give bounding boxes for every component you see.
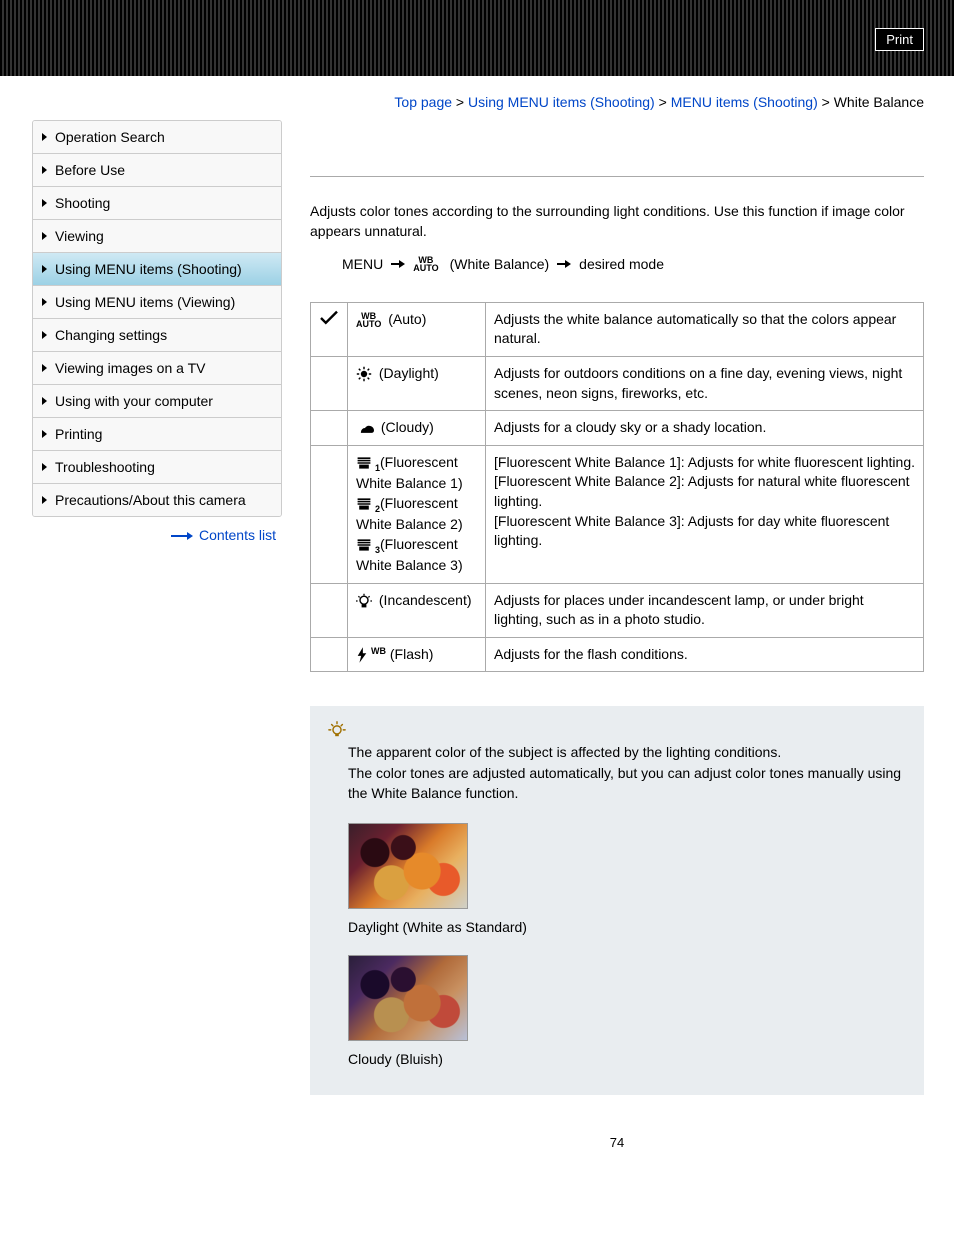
contents-list-link[interactable]: Contents list — [32, 517, 282, 543]
mode-desc-cell: Adjusts for the flash conditions. — [486, 637, 924, 672]
sidebar-item[interactable]: Operation Search — [33, 121, 281, 154]
mode-name-cell: (Incandescent) — [348, 583, 486, 637]
wb-label: (White Balance) — [450, 256, 550, 272]
breadcrumb-current: White Balance — [834, 94, 924, 110]
arrow-right-icon — [557, 260, 571, 268]
table-row: 1(Fluorescent White Balance 1)2(Fluoresc… — [311, 445, 924, 583]
sidebar-item[interactable]: Viewing — [33, 220, 281, 253]
contents-list-label: Contents list — [199, 527, 276, 543]
sidebar-item[interactable]: Shooting — [33, 187, 281, 220]
sidebar-item[interactable]: Using MENU items (Shooting) — [33, 253, 281, 286]
check-cell — [311, 445, 348, 583]
header-bar: Print — [0, 0, 954, 76]
sample-image-daylight — [348, 823, 468, 909]
table-row: (Cloudy)Adjusts for a cloudy sky or a sh… — [311, 411, 924, 446]
mode-name-cell: WB (Flash) — [348, 637, 486, 672]
table-row: WB (Flash)Adjusts for the flash conditio… — [311, 637, 924, 672]
sidebar: Operation SearchBefore UseShootingViewin… — [0, 120, 282, 1190]
arrow-right-icon — [171, 532, 195, 540]
tip-box: The apparent color of the subject is aff… — [310, 706, 924, 1095]
mode-desc-cell: Adjusts for outdoors conditions on a fin… — [486, 356, 924, 410]
sidebar-item[interactable]: Printing — [33, 418, 281, 451]
tip-text-1: The apparent color of the subject is aff… — [328, 742, 906, 762]
lightbulb-icon — [328, 720, 346, 738]
sidebar-item[interactable]: Precautions/About this camera — [33, 484, 281, 516]
caption-daylight: Daylight (White as Standard) — [328, 919, 906, 935]
breadcrumb-sep: > — [452, 94, 468, 110]
mode-desc-cell: [Fluorescent White Balance 1]: Adjusts f… — [486, 445, 924, 583]
intro-text: Adjusts color tones according to the sur… — [310, 201, 924, 242]
check-cell — [311, 637, 348, 672]
wb-auto-icon: WBAUTO — [413, 256, 438, 272]
mode-name-cell: 1(Fluorescent White Balance 1)2(Fluoresc… — [348, 445, 486, 583]
menu-label: MENU — [342, 256, 383, 272]
breadcrumb-top[interactable]: Top page — [394, 94, 452, 110]
mode-desc-cell: Adjusts the white balance automatically … — [486, 302, 924, 356]
check-cell — [311, 356, 348, 410]
mode-desc-cell: Adjusts for a cloudy sky or a shady loca… — [486, 411, 924, 446]
sample-image-cloudy — [348, 955, 468, 1041]
mode-name-cell: WBAUTO (Auto) — [348, 302, 486, 356]
mode-desc-cell: Adjusts for places under incandescent la… — [486, 583, 924, 637]
menu-path: MENU WBAUTO (White Balance) desired mode — [310, 256, 924, 272]
sidebar-list: Operation SearchBefore UseShootingViewin… — [32, 120, 282, 517]
table-row: WBAUTO (Auto)Adjusts the white balance a… — [311, 302, 924, 356]
mode-name-cell: (Cloudy) — [348, 411, 486, 446]
desired-mode-label: desired mode — [579, 256, 664, 272]
modes-table: WBAUTO (Auto)Adjusts the white balance a… — [310, 302, 924, 673]
check-icon — [319, 310, 339, 326]
sidebar-item[interactable]: Before Use — [33, 154, 281, 187]
sidebar-item[interactable]: Using MENU items (Viewing) — [33, 286, 281, 319]
divider — [310, 176, 924, 177]
sidebar-item[interactable]: Viewing images on a TV — [33, 352, 281, 385]
tip-text-2: The color tones are adjusted automatical… — [328, 763, 906, 804]
breadcrumb-sep: > — [655, 94, 671, 110]
mode-name-cell: (Daylight) — [348, 356, 486, 410]
breadcrumb: Top page > Using MENU items (Shooting) >… — [0, 76, 954, 120]
check-cell — [311, 411, 348, 446]
page-number: 74 — [310, 1135, 924, 1150]
table-row: (Incandescent)Adjusts for places under i… — [311, 583, 924, 637]
print-button[interactable]: Print — [875, 28, 924, 51]
breadcrumb-l2[interactable]: MENU items (Shooting) — [671, 94, 818, 110]
breadcrumb-l1[interactable]: Using MENU items (Shooting) — [468, 94, 655, 110]
table-row: (Daylight)Adjusts for outdoors condition… — [311, 356, 924, 410]
check-cell — [311, 583, 348, 637]
sidebar-item[interactable]: Changing settings — [33, 319, 281, 352]
arrow-right-icon — [391, 260, 405, 268]
caption-cloudy: Cloudy (Bluish) — [328, 1051, 906, 1067]
main-content: Adjusts color tones according to the sur… — [282, 120, 954, 1190]
breadcrumb-sep: > — [818, 94, 834, 110]
check-cell — [311, 302, 348, 356]
sidebar-item[interactable]: Using with your computer — [33, 385, 281, 418]
sidebar-item[interactable]: Troubleshooting — [33, 451, 281, 484]
